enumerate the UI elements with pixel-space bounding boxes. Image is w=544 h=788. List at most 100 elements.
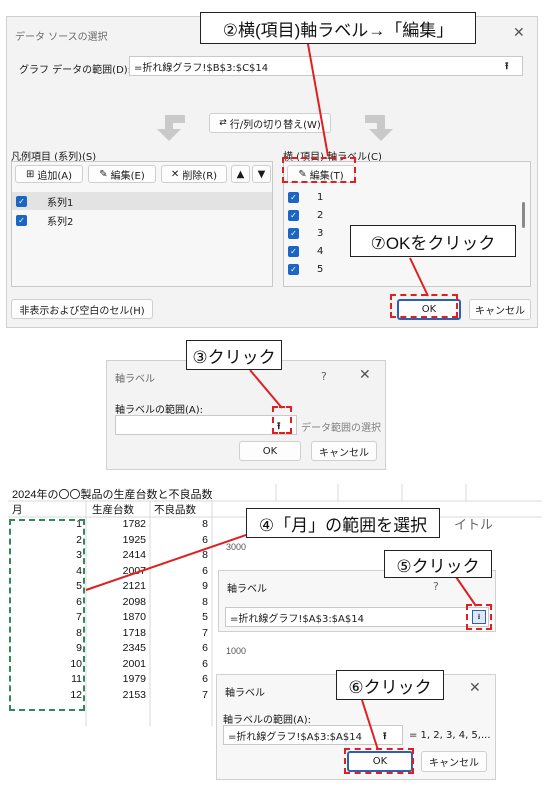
- hidden-empty-cells-button[interactable]: 非表示および空白のセル(H): [11, 299, 153, 319]
- production-cell[interactable]: 1718: [86, 627, 146, 639]
- defects-cell[interactable]: 7: [150, 689, 208, 701]
- legend-series-list: ⊞ 追加(A) ✎ 編集(E) ✕ 削除(R) ▲ ▼ ✓ 系列1 ✓ 系列2: [11, 161, 273, 287]
- checkbox-checked-icon[interactable]: ✓: [288, 245, 299, 257]
- defects-cell[interactable]: 6: [150, 673, 208, 685]
- collapse-range-icon[interactable]: ⭱: [383, 729, 387, 746]
- dialog-title: データ ソースの選択: [15, 32, 108, 43]
- defects-cell[interactable]: 9: [150, 580, 208, 592]
- defects-cell[interactable]: 6: [150, 534, 208, 546]
- production-cell[interactable]: 1870: [86, 611, 146, 623]
- axis-range-label: 軸ラベルの範囲(A):: [115, 405, 204, 416]
- production-cell[interactable]: 2001: [86, 658, 146, 670]
- header-production[interactable]: 生産台数: [92, 502, 134, 517]
- cancel-button[interactable]: キャンセル: [311, 441, 377, 461]
- help-icon[interactable]: ?: [321, 370, 327, 383]
- defects-cell[interactable]: 5: [150, 611, 208, 623]
- delete-icon: ✕: [170, 168, 180, 180]
- defects-cell[interactable]: 6: [150, 565, 208, 577]
- production-cell[interactable]: 2098: [86, 596, 146, 608]
- production-cell[interactable]: 1979: [86, 673, 146, 685]
- range-preview: データ範囲の選択: [301, 423, 381, 434]
- axis-item-label: 3: [317, 227, 324, 239]
- checkbox-checked-icon[interactable]: ✓: [288, 209, 299, 221]
- defects-cell[interactable]: 8: [150, 596, 208, 608]
- defects-cell[interactable]: 8: [150, 518, 208, 530]
- series-item[interactable]: ✓ 系列2: [12, 211, 272, 229]
- header-defects[interactable]: 不良品数: [154, 502, 196, 517]
- edit-series-button[interactable]: ✎ 編集(E): [88, 165, 156, 183]
- move-up-button[interactable]: ▲: [231, 165, 250, 183]
- production-cell[interactable]: 2345: [86, 642, 146, 654]
- checkbox-checked-icon[interactable]: ✓: [288, 191, 299, 203]
- axis-range-label: 軸ラベルの範囲(A):: [223, 715, 312, 726]
- chart-axis-tick: 3000: [226, 542, 247, 552]
- production-cell[interactable]: 2414: [86, 549, 146, 561]
- switch-icon: ⇄: [219, 118, 227, 128]
- arrow-up-icon: ▲: [236, 168, 245, 180]
- production-cell[interactable]: 2007: [86, 565, 146, 577]
- cancel-label: キャンセル: [429, 758, 479, 769]
- cancel-button[interactable]: キャンセル: [421, 751, 487, 772]
- dialog-title: 軸ラベル: [227, 584, 267, 595]
- range-label: グラフ データの範囲(D):: [19, 65, 132, 76]
- help-icon[interactable]: ?: [433, 580, 439, 593]
- series-label: 系列1: [47, 197, 74, 209]
- dialog-title: 軸ラベル: [115, 374, 155, 385]
- defects-cell[interactable]: 7: [150, 627, 208, 639]
- axis-item-label: 1: [317, 191, 324, 203]
- axis-item-label: 4: [317, 245, 324, 257]
- axis-range-input[interactable]: =折れ線グラフ!$A$3:$A$14: [223, 725, 403, 745]
- production-cell[interactable]: 2121: [86, 580, 146, 592]
- cancel-button[interactable]: キャンセル: [469, 299, 531, 320]
- series-item[interactable]: ✓ 系列1: [12, 192, 272, 210]
- highlight-collapse-button: [272, 406, 292, 434]
- add-series-label: 追加(A): [37, 170, 73, 182]
- axis-item[interactable]: ✓ 5: [284, 260, 530, 278]
- axis-item-label: 5: [317, 263, 324, 275]
- header-month[interactable]: 月: [12, 502, 23, 517]
- chart-data-range-input[interactable]: =折れ線グラフ!$B$3:$C$14: [129, 56, 523, 76]
- production-cell[interactable]: 2153: [86, 689, 146, 701]
- cancel-label: キャンセル: [319, 447, 369, 459]
- axis-item[interactable]: ✓ 1: [284, 188, 530, 206]
- axis-item[interactable]: ✓ 2: [284, 206, 530, 224]
- switch-row-column-button[interactable]: ⇄ 行/列の切り替え(W): [209, 113, 331, 133]
- axis-range-input[interactable]: [115, 415, 297, 435]
- defects-cell[interactable]: 6: [150, 642, 208, 654]
- close-icon[interactable]: ✕: [513, 25, 525, 41]
- close-icon[interactable]: ✕: [469, 680, 481, 696]
- delete-series-button[interactable]: ✕ 削除(R): [161, 165, 227, 183]
- highlight-ok-button: [390, 294, 458, 318]
- collapse-range-icon[interactable]: ⭱: [505, 59, 509, 76]
- callout-step3: ③クリック: [186, 340, 282, 370]
- move-down-button[interactable]: ▼: [252, 165, 271, 183]
- axis-label-dialog-empty: 軸ラベル ? ✕ 軸ラベルの範囲(A): ⭱ データ範囲の選択 OK キャンセル: [106, 360, 386, 470]
- sheet-title: 2024年の〇〇製品の生産台数と不良品数: [12, 489, 213, 501]
- add-icon: ⊞: [25, 168, 35, 180]
- add-series-button[interactable]: ⊞ 追加(A): [15, 165, 83, 183]
- edit-icon: ✎: [99, 168, 108, 180]
- production-cell[interactable]: 1925: [86, 534, 146, 546]
- switch-row-column-label: 行/列の切り替え(W): [229, 119, 321, 131]
- scrollbar[interactable]: [522, 202, 525, 228]
- callout-step5: ⑤クリック: [384, 550, 492, 578]
- select-data-source-dialog: データ ソースの選択 ✕ グラフ データの範囲(D): =折れ線グラフ!$B$3…: [6, 16, 538, 328]
- selected-range-month: [9, 519, 85, 711]
- range-preview: = 1, 2, 3, 4, 5,...: [409, 730, 491, 741]
- checkbox-checked-icon[interactable]: ✓: [16, 195, 27, 207]
- axis-item-label: 2: [317, 209, 324, 221]
- ok-button[interactable]: OK: [239, 441, 301, 461]
- close-icon[interactable]: ✕: [359, 367, 371, 383]
- axis-label-dialog-collapsed: 軸ラベル ? =折れ線グラフ!$A$3:$A$14 ⭳: [218, 570, 496, 632]
- defects-cell[interactable]: 6: [150, 658, 208, 670]
- defects-cell[interactable]: 8: [150, 549, 208, 561]
- axis-range-input[interactable]: =折れ線グラフ!$A$3:$A$14: [225, 607, 489, 627]
- callout-step7: ⑦OKをクリック: [350, 225, 516, 257]
- ok-label: OK: [262, 445, 278, 457]
- production-cell[interactable]: 1782: [86, 518, 146, 530]
- arrow-down-icon: ▼: [257, 168, 266, 180]
- checkbox-checked-icon[interactable]: ✓: [288, 227, 299, 239]
- checkbox-checked-icon[interactable]: ✓: [288, 263, 299, 275]
- checkbox-checked-icon[interactable]: ✓: [16, 214, 27, 226]
- dialog-title: 軸ラベル: [225, 688, 265, 699]
